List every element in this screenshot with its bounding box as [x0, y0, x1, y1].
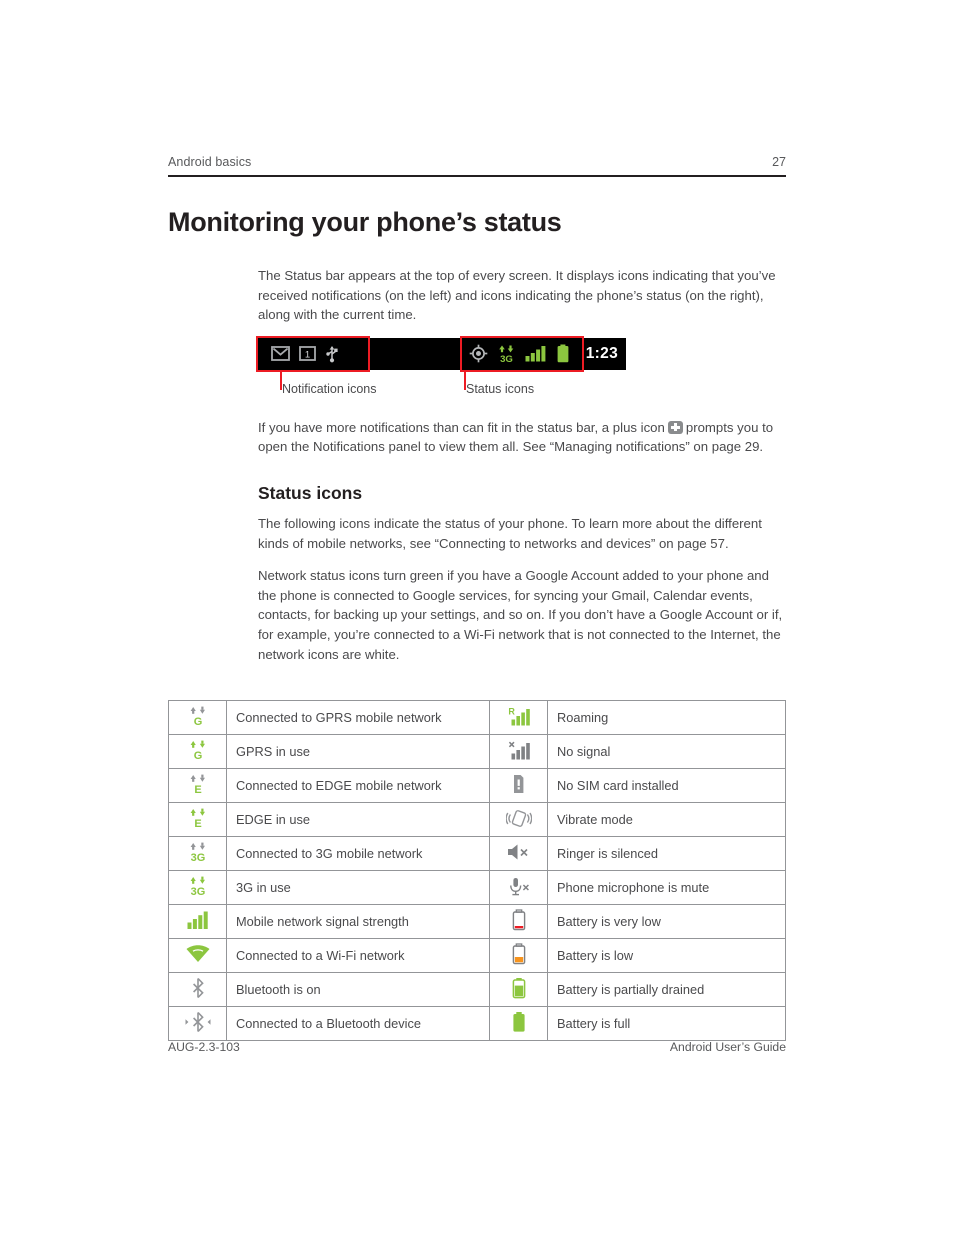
table-row: Connected to a Bluetooth device Battery …	[168, 1006, 786, 1041]
battery-very-low-icon	[489, 904, 548, 939]
page-footer: AUG-2.3-103 Android User’s Guide	[168, 1040, 786, 1054]
row-label: Battery is low	[547, 938, 786, 973]
page-number: 27	[772, 155, 786, 169]
3g-icon: 3G	[498, 344, 515, 365]
caption-notification-icons: Notification icons	[282, 381, 377, 396]
no-signal-icon	[489, 734, 548, 769]
message-count-icon: 1	[299, 346, 316, 362]
table-row: 3G Connected to 3G mobile network Ringer…	[168, 836, 786, 871]
gprs-connected-icon: G	[168, 700, 227, 735]
plus-paragraph-before: If you have more notifications than can …	[258, 419, 665, 435]
row-label: 3G in use	[226, 870, 490, 905]
running-head-section: Android basics	[168, 155, 252, 169]
bluetooth-on-icon	[168, 972, 227, 1007]
row-label: Battery is very low	[547, 904, 786, 939]
row-label: Connected to EDGE mobile network	[226, 768, 490, 803]
plus-icon	[667, 420, 683, 434]
row-label: No SIM card installed	[547, 768, 786, 803]
status-icons-heading: Status icons	[258, 482, 363, 503]
wifi-icon	[168, 938, 227, 973]
row-label: Mobile network signal strength	[226, 904, 490, 939]
row-label: Connected to a Bluetooth device	[226, 1006, 490, 1041]
status-bar-figure: 1 3G 1:23 Notification icons Status icon…	[256, 335, 786, 406]
plus-paragraph: If you have more notifications than can …	[258, 418, 786, 457]
battery-partial-icon	[489, 972, 548, 1007]
intro-block: The Status bar appears at the top of eve…	[258, 266, 786, 325]
vibrate-icon	[489, 802, 548, 837]
svg-text:3G: 3G	[500, 354, 513, 363]
status-icons-group: 3G 1:23	[469, 338, 626, 370]
3g-in-use-icon: 3G	[168, 870, 227, 905]
gmail-icon	[271, 346, 290, 362]
intro-paragraph: The Status bar appears at the top of eve…	[258, 268, 776, 323]
table-row: E EDGE in use Vibrate mode	[168, 802, 786, 837]
footer-doc-id: AUG-2.3-103	[168, 1040, 240, 1054]
running-head: Android basics 27	[168, 155, 786, 175]
3g-connected-icon: 3G	[168, 836, 227, 871]
row-label: Phone microphone is mute	[547, 870, 786, 905]
status-icons-paragraph-1: The following icons indicate the status …	[258, 515, 762, 551]
signal-bars-icon	[525, 345, 546, 362]
table-row: Mobile network signal strength Battery i…	[168, 904, 786, 939]
row-label: Bluetooth is on	[226, 972, 490, 1007]
row-label: Battery is partially drained	[547, 972, 786, 1007]
row-label: Connected to a Wi-Fi network	[226, 938, 490, 973]
row-label: Connected to 3G mobile network	[226, 836, 490, 871]
gps-icon	[469, 344, 488, 363]
gprs-in-use-icon: G	[168, 734, 227, 769]
footer-doc-title: Android User’s Guide	[669, 1040, 786, 1054]
roaming-icon: R	[489, 700, 548, 735]
header-rule	[168, 175, 786, 177]
message-count-value: 1	[305, 350, 310, 361]
table-row: Bluetooth is on Battery is partially dra…	[168, 972, 786, 1007]
svg-text:R: R	[508, 707, 515, 717]
table-row: E Connected to EDGE mobile network No SI…	[168, 768, 786, 803]
microphone-mute-icon	[489, 870, 548, 905]
notification-icons-group: 1	[258, 345, 339, 363]
row-label: Vibrate mode	[547, 802, 786, 837]
caption-status-icons: Status icons	[466, 381, 535, 396]
table-row: 3G 3G in use Phone microphone is mute	[168, 870, 786, 905]
status-icons-table-body: G Connected to GPRS mobile network R Roa…	[168, 700, 786, 1041]
battery-full-icon	[489, 1006, 548, 1041]
svg-text:G: G	[193, 750, 202, 762]
table-row: G GPRS in use No signal	[168, 734, 786, 769]
svg-text:G: G	[193, 716, 202, 728]
android-status-bar: 1 3G 1:23	[256, 335, 626, 372]
row-label: Roaming	[547, 700, 786, 735]
svg-text:3G: 3G	[190, 886, 205, 898]
battery-low-icon	[489, 938, 548, 973]
signal-strength-icon	[168, 904, 227, 939]
row-label: Ringer is silenced	[547, 836, 786, 871]
status-icons-paragraph-2: Network status icons turn green if you h…	[258, 568, 783, 662]
status-bar-time: 1:23	[585, 344, 618, 362]
row-label: Battery is full	[547, 1006, 786, 1041]
bluetooth-connected-icon	[168, 1006, 227, 1041]
edge-in-use-icon: E	[168, 802, 227, 837]
status-icons-table: G Connected to GPRS mobile network R Roa…	[168, 700, 786, 1041]
svg-text:E: E	[194, 784, 201, 796]
usb-icon	[325, 345, 339, 363]
ringer-silenced-icon	[489, 836, 548, 871]
row-label: EDGE in use	[226, 802, 490, 837]
row-label: Connected to GPRS mobile network	[226, 700, 490, 735]
svg-text:E: E	[194, 818, 201, 830]
page-title: Monitoring your phone’s status	[168, 207, 562, 237]
table-row: Connected to a Wi-Fi network Battery is …	[168, 938, 786, 973]
row-label: GPRS in use	[226, 734, 490, 769]
row-label: No signal	[547, 734, 786, 769]
edge-connected-icon: E	[168, 768, 227, 803]
svg-text:3G: 3G	[190, 852, 205, 864]
no-sim-icon	[489, 768, 548, 803]
status-icons-copy: The following icons indicate the status …	[258, 514, 786, 664]
table-row: G Connected to GPRS mobile network R Roa…	[168, 700, 786, 735]
plus-paragraph-block: If you have more notifications than can …	[258, 418, 786, 457]
page-content: Android basics 27 Monitoring your phone’…	[168, 155, 786, 677]
battery-icon	[556, 344, 570, 363]
